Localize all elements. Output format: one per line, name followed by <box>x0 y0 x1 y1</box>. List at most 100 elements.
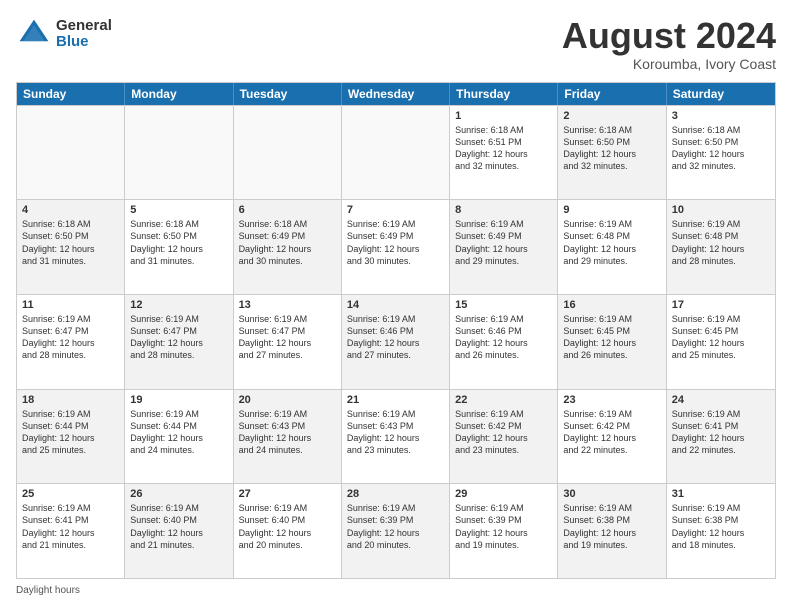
day-detail: Sunrise: 6:19 AM Sunset: 6:47 PM Dayligh… <box>22 313 119 362</box>
day-detail: Sunrise: 6:19 AM Sunset: 6:40 PM Dayligh… <box>130 502 227 551</box>
cal-cell-r4-c6: 31Sunrise: 6:19 AM Sunset: 6:38 PM Dayli… <box>667 484 775 578</box>
cal-cell-r0-c6: 3Sunrise: 6:18 AM Sunset: 6:50 PM Daylig… <box>667 106 775 200</box>
calendar-row-2: 11 Sunrise: 6:19 AM Sunset: 6:47 PM Dayli… <box>17 294 775 389</box>
cal-cell-r4-c4: 29 Sunrise: 6:19 AM Sunset: 6:39 PM Dayli… <box>450 484 558 578</box>
day-detail: Sunrise: 6:19 AM Sunset: 6:49 PM Dayligh… <box>455 218 552 267</box>
day-detail: Sunrise: 6:18 AM Sunset: 6:51 PM Dayligh… <box>455 124 552 173</box>
day-detail: Sunrise: 6:19 AM Sunset: 6:44 PM Dayligh… <box>22 408 119 457</box>
day-number: 31 <box>672 488 770 500</box>
day-number: 27 <box>239 488 336 500</box>
logo-text: General Blue <box>56 18 112 51</box>
day-detail: Sunrise: 6:19 AM Sunset: 6:41 PM Dayligh… <box>672 408 770 457</box>
cal-cell-r2-c2: 13Sunrise: 6:19 AM Sunset: 6:47 PM Dayli… <box>234 295 342 389</box>
day-number: 19 <box>130 394 227 406</box>
day-detail: Sunrise: 6:19 AM Sunset: 6:40 PM Dayligh… <box>239 502 336 551</box>
day-number: 25 <box>22 488 119 500</box>
day-number: 12 <box>130 299 227 311</box>
cal-cell-r3-c0: 18Sunrise: 6:19 AM Sunset: 6:44 PM Dayli… <box>17 390 125 484</box>
cal-cell-r2-c4: 15Sunrise: 6:19 AM Sunset: 6:46 PM Dayli… <box>450 295 558 389</box>
calendar-body: 1 Sunrise: 6:18 AM Sunset: 6:51 PM Daylig… <box>17 105 775 578</box>
cal-cell-r2-c3: 14 Sunrise: 6:19 AM Sunset: 6:46 PM Dayli… <box>342 295 450 389</box>
calendar-row-1: 4Sunrise: 6:18 AM Sunset: 6:50 PM Daylig… <box>17 199 775 294</box>
logo: General Blue <box>16 16 112 52</box>
cal-cell-r0-c0 <box>17 106 125 200</box>
cal-cell-r1-c0: 4Sunrise: 6:18 AM Sunset: 6:50 PM Daylig… <box>17 200 125 294</box>
day-detail: Sunrise: 6:19 AM Sunset: 6:46 PM Dayligh… <box>347 313 444 362</box>
cal-cell-r3-c1: 19 Sunrise: 6:19 AM Sunset: 6:44 PM Dayli… <box>125 390 233 484</box>
cal-cell-r1-c4: 8Sunrise: 6:19 AM Sunset: 6:49 PM Daylig… <box>450 200 558 294</box>
cal-cell-r4-c2: 27 Sunrise: 6:19 AM Sunset: 6:40 PM Dayli… <box>234 484 342 578</box>
day-detail: Sunrise: 6:19 AM Sunset: 6:42 PM Dayligh… <box>455 408 552 457</box>
day-number: 6 <box>239 204 336 216</box>
day-detail: Sunrise: 6:19 AM Sunset: 6:39 PM Dayligh… <box>347 502 444 551</box>
day-detail: Sunrise: 6:19 AM Sunset: 6:39 PM Dayligh… <box>455 502 552 551</box>
day-detail: Sunrise: 6:19 AM Sunset: 6:38 PM Dayligh… <box>563 502 660 551</box>
cal-cell-r2-c1: 12 Sunrise: 6:19 AM Sunset: 6:47 PM Dayli… <box>125 295 233 389</box>
cal-cell-r2-c5: 16 Sunrise: 6:19 AM Sunset: 6:45 PM Dayli… <box>558 295 666 389</box>
day-detail: Sunrise: 6:19 AM Sunset: 6:49 PM Dayligh… <box>347 218 444 267</box>
day-number: 22 <box>455 394 552 406</box>
day-number: 28 <box>347 488 444 500</box>
day-number: 1 <box>455 110 552 122</box>
day-detail: Sunrise: 6:18 AM Sunset: 6:50 PM Dayligh… <box>22 218 119 267</box>
day-number: 26 <box>130 488 227 500</box>
dow-tuesday: Tuesday <box>234 83 342 105</box>
day-detail: Sunrise: 6:19 AM Sunset: 6:45 PM Dayligh… <box>672 313 770 362</box>
logo-icon <box>16 16 52 52</box>
cal-cell-r1-c6: 10Sunrise: 6:19 AM Sunset: 6:48 PM Dayli… <box>667 200 775 294</box>
title-location: Koroumba, Ivory Coast <box>562 56 776 72</box>
day-number: 11 <box>22 299 119 311</box>
logo-blue-text: Blue <box>56 34 112 51</box>
title-month: August 2024 <box>562 16 776 56</box>
day-detail: Sunrise: 6:19 AM Sunset: 6:44 PM Dayligh… <box>130 408 227 457</box>
logo-general-text: General <box>56 18 112 35</box>
day-number: 20 <box>239 394 336 406</box>
day-detail: Sunrise: 6:19 AM Sunset: 6:45 PM Dayligh… <box>563 313 660 362</box>
day-number: 9 <box>563 204 660 216</box>
footer-text: Daylight hours <box>16 585 80 596</box>
cal-cell-r0-c3 <box>342 106 450 200</box>
title-block: August 2024 Koroumba, Ivory Coast <box>562 16 776 72</box>
cal-cell-r2-c6: 17 Sunrise: 6:19 AM Sunset: 6:45 PM Dayli… <box>667 295 775 389</box>
day-detail: Sunrise: 6:18 AM Sunset: 6:50 PM Dayligh… <box>672 124 770 173</box>
day-number: 30 <box>563 488 660 500</box>
page: General Blue August 2024 Koroumba, Ivory… <box>0 0 792 612</box>
day-detail: Sunrise: 6:19 AM Sunset: 6:43 PM Dayligh… <box>239 408 336 457</box>
calendar-row-0: 1 Sunrise: 6:18 AM Sunset: 6:51 PM Daylig… <box>17 105 775 200</box>
cal-cell-r3-c4: 22 Sunrise: 6:19 AM Sunset: 6:42 PM Dayli… <box>450 390 558 484</box>
day-number: 5 <box>130 204 227 216</box>
cal-cell-r3-c5: 23Sunrise: 6:19 AM Sunset: 6:42 PM Dayli… <box>558 390 666 484</box>
cal-cell-r0-c5: 2 Sunrise: 6:18 AM Sunset: 6:50 PM Daylig… <box>558 106 666 200</box>
dow-monday: Monday <box>125 83 233 105</box>
cal-cell-r4-c1: 26 Sunrise: 6:19 AM Sunset: 6:40 PM Dayli… <box>125 484 233 578</box>
header: General Blue August 2024 Koroumba, Ivory… <box>16 16 776 72</box>
day-number: 29 <box>455 488 552 500</box>
day-number: 24 <box>672 394 770 406</box>
calendar: Sunday Monday Tuesday Wednesday Thursday… <box>16 82 776 579</box>
cal-cell-r3-c3: 21Sunrise: 6:19 AM Sunset: 6:43 PM Dayli… <box>342 390 450 484</box>
day-detail: Sunrise: 6:18 AM Sunset: 6:50 PM Dayligh… <box>130 218 227 267</box>
calendar-header: Sunday Monday Tuesday Wednesday Thursday… <box>17 83 775 105</box>
dow-sunday: Sunday <box>17 83 125 105</box>
day-number: 15 <box>455 299 552 311</box>
day-number: 17 <box>672 299 770 311</box>
cal-cell-r3-c2: 20 Sunrise: 6:19 AM Sunset: 6:43 PM Dayli… <box>234 390 342 484</box>
day-detail: Sunrise: 6:18 AM Sunset: 6:50 PM Dayligh… <box>563 124 660 173</box>
day-detail: Sunrise: 6:19 AM Sunset: 6:47 PM Dayligh… <box>130 313 227 362</box>
calendar-row-3: 18Sunrise: 6:19 AM Sunset: 6:44 PM Dayli… <box>17 389 775 484</box>
day-detail: Sunrise: 6:19 AM Sunset: 6:43 PM Dayligh… <box>347 408 444 457</box>
day-detail: Sunrise: 6:19 AM Sunset: 6:41 PM Dayligh… <box>22 502 119 551</box>
cal-cell-r3-c6: 24 Sunrise: 6:19 AM Sunset: 6:41 PM Dayli… <box>667 390 775 484</box>
cal-cell-r0-c1 <box>125 106 233 200</box>
calendar-row-4: 25 Sunrise: 6:19 AM Sunset: 6:41 PM Dayli… <box>17 483 775 578</box>
day-number: 2 <box>563 110 660 122</box>
cal-cell-r0-c2 <box>234 106 342 200</box>
cal-cell-r4-c0: 25 Sunrise: 6:19 AM Sunset: 6:41 PM Dayli… <box>17 484 125 578</box>
day-number: 14 <box>347 299 444 311</box>
cal-cell-r4-c5: 30 Sunrise: 6:19 AM Sunset: 6:38 PM Dayli… <box>558 484 666 578</box>
cal-cell-r1-c5: 9Sunrise: 6:19 AM Sunset: 6:48 PM Daylig… <box>558 200 666 294</box>
day-number: 16 <box>563 299 660 311</box>
cal-cell-r1-c2: 6Sunrise: 6:18 AM Sunset: 6:49 PM Daylig… <box>234 200 342 294</box>
cal-cell-r4-c3: 28 Sunrise: 6:19 AM Sunset: 6:39 PM Dayli… <box>342 484 450 578</box>
dow-saturday: Saturday <box>667 83 775 105</box>
